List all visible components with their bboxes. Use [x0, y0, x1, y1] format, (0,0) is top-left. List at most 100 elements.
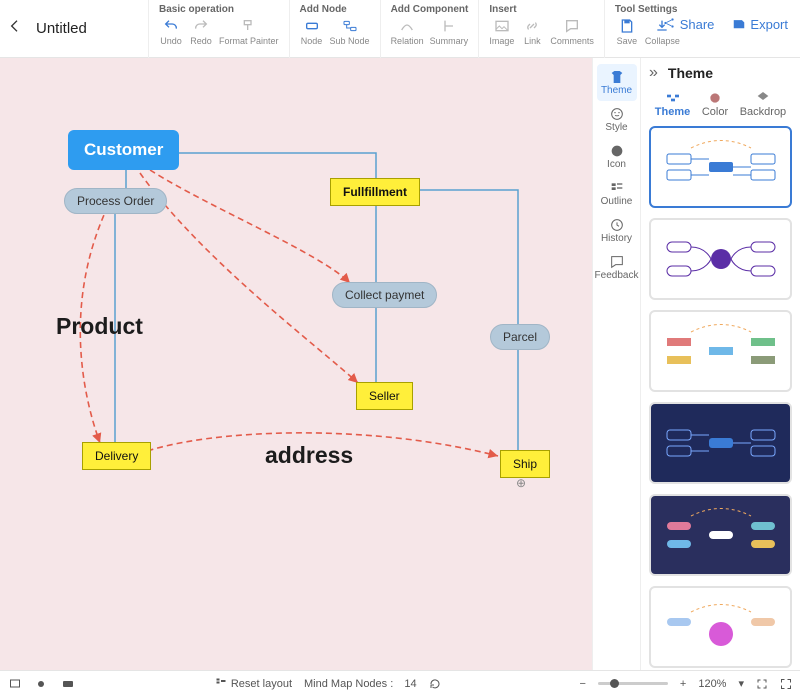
- sidetab-icon[interactable]: Icon: [597, 138, 637, 175]
- redo-button[interactable]: Redo: [189, 17, 213, 46]
- reset-icon: [215, 676, 227, 691]
- zoom-out-button[interactable]: −: [579, 678, 585, 690]
- reset-layout-button[interactable]: Reset layout: [215, 676, 292, 691]
- save-icon: [618, 17, 636, 35]
- undo-icon: [162, 17, 180, 35]
- right-panel: Theme Style Icon Outline History Feedbac…: [592, 58, 800, 670]
- node-delivery[interactable]: Delivery: [82, 442, 151, 470]
- node-parcel[interactable]: Parcel: [490, 324, 550, 350]
- undo-label: Undo: [160, 36, 182, 46]
- node-collect-paymet[interactable]: Collect paymet: [332, 282, 437, 308]
- comments-label: Comments: [550, 36, 594, 46]
- mindmap-canvas[interactable]: Customer Process Order Fullfillment Coll…: [0, 58, 592, 670]
- add-node-button[interactable]: Node: [300, 17, 324, 46]
- subnode-icon: [341, 17, 359, 35]
- save-button[interactable]: Save: [615, 17, 639, 46]
- summary-icon: [440, 17, 458, 35]
- tab-color-label: Color: [702, 106, 728, 118]
- sb-wordcount-icon[interactable]: [60, 678, 76, 690]
- zoom-dropdown-icon[interactable]: ▾: [738, 677, 744, 690]
- sidetab-outline[interactable]: Outline: [597, 175, 637, 212]
- reset-label: Reset layout: [231, 678, 292, 690]
- comments-icon: [563, 17, 581, 35]
- tab-backdrop[interactable]: Backdrop: [740, 90, 786, 118]
- history-icon: [609, 217, 625, 233]
- sidetab-theme-label: Theme: [601, 85, 632, 96]
- link-label: Link: [524, 36, 541, 46]
- format-painter-label: Format Painter: [219, 36, 279, 46]
- label-product: Product: [56, 313, 143, 340]
- insert-image-button[interactable]: Image: [489, 17, 514, 46]
- theme-preset-3[interactable]: [649, 310, 792, 392]
- share-icon: [662, 16, 676, 33]
- sidetab-history[interactable]: History: [597, 212, 637, 249]
- back-button[interactable]: [0, 18, 30, 39]
- node-seller[interactable]: Seller: [356, 382, 413, 410]
- group-tool-title: Tool Settings: [615, 4, 680, 15]
- relation-button[interactable]: Relation: [391, 17, 424, 46]
- node-label: Node: [301, 36, 323, 46]
- save-label: Save: [617, 36, 638, 46]
- export-label: Export: [750, 17, 788, 32]
- document-title[interactable]: Untitled: [36, 20, 87, 37]
- theme-preset-2[interactable]: [649, 218, 792, 300]
- fullscreen-icon[interactable]: [780, 678, 792, 690]
- sidetab-outline-label: Outline: [601, 196, 633, 207]
- redo-label: Redo: [190, 36, 212, 46]
- group-addnode-title: Add Node: [300, 4, 370, 15]
- theme-tab-icon: [665, 90, 681, 104]
- link-icon: [523, 17, 541, 35]
- relation-label: Relation: [391, 36, 424, 46]
- add-subnode-button[interactable]: Sub Node: [330, 17, 370, 46]
- tab-color[interactable]: Color: [702, 90, 728, 118]
- format-painter-icon: [240, 17, 258, 35]
- node-icon: [303, 17, 321, 35]
- nodes-count: Mind Map Nodes : 14: [304, 678, 417, 690]
- feedback-icon: [609, 254, 625, 270]
- sb-presentation2-icon[interactable]: [34, 678, 48, 690]
- zoom-slider[interactable]: [598, 682, 668, 685]
- color-tab-icon: [707, 90, 723, 104]
- summary-button[interactable]: Summary: [430, 17, 469, 46]
- export-icon: [732, 16, 746, 33]
- node-ship[interactable]: Ship: [500, 450, 550, 478]
- collapse-pane-icon[interactable]: »: [649, 64, 658, 82]
- sb-presentation-icon[interactable]: [8, 678, 22, 690]
- export-button[interactable]: Export: [732, 16, 788, 33]
- node-customer[interactable]: Customer: [68, 130, 179, 170]
- tab-backdrop-label: Backdrop: [740, 106, 786, 118]
- group-addcomp-title: Add Component: [391, 4, 469, 15]
- fit-icon[interactable]: [756, 678, 768, 690]
- outline-icon: [609, 180, 625, 196]
- theme-preset-1[interactable]: [649, 126, 792, 208]
- theme-preset-5[interactable]: [649, 494, 792, 576]
- share-button[interactable]: Share: [662, 16, 715, 33]
- tshirt-icon: [609, 69, 625, 85]
- theme-preset-6[interactable]: [649, 586, 792, 668]
- label-address: address: [265, 442, 353, 469]
- nodes-label: Mind Map Nodes :: [304, 678, 393, 690]
- sidetab-feedback-label: Feedback: [595, 270, 639, 281]
- theme-preset-4[interactable]: [649, 402, 792, 484]
- smile-icon: [609, 106, 625, 122]
- share-label: Share: [680, 17, 715, 32]
- sidetab-style[interactable]: Style: [597, 101, 637, 138]
- node-process-order[interactable]: Process Order: [64, 188, 167, 214]
- backdrop-tab-icon: [755, 90, 771, 104]
- sidetab-feedback[interactable]: Feedback: [597, 249, 637, 286]
- refresh-icon[interactable]: [429, 678, 441, 690]
- format-painter-button[interactable]: Format Painter: [219, 17, 279, 46]
- add-child-icon[interactable]: ⊕: [516, 476, 526, 490]
- node-fullfillment[interactable]: Fullfillment: [330, 178, 420, 206]
- insert-link-button[interactable]: Link: [520, 17, 544, 46]
- tab-theme-label: Theme: [655, 106, 690, 118]
- insert-comments-button[interactable]: Comments: [550, 17, 594, 46]
- undo-button[interactable]: Undo: [159, 17, 183, 46]
- collapse-label: Collapse: [645, 36, 680, 46]
- sidetab-history-label: History: [601, 233, 632, 244]
- sidetab-theme[interactable]: Theme: [597, 64, 637, 101]
- zoom-in-button[interactable]: +: [680, 678, 686, 690]
- nodes-value: 14: [404, 678, 416, 690]
- tab-theme[interactable]: Theme: [655, 90, 690, 118]
- group-basic-title: Basic operation: [159, 4, 279, 15]
